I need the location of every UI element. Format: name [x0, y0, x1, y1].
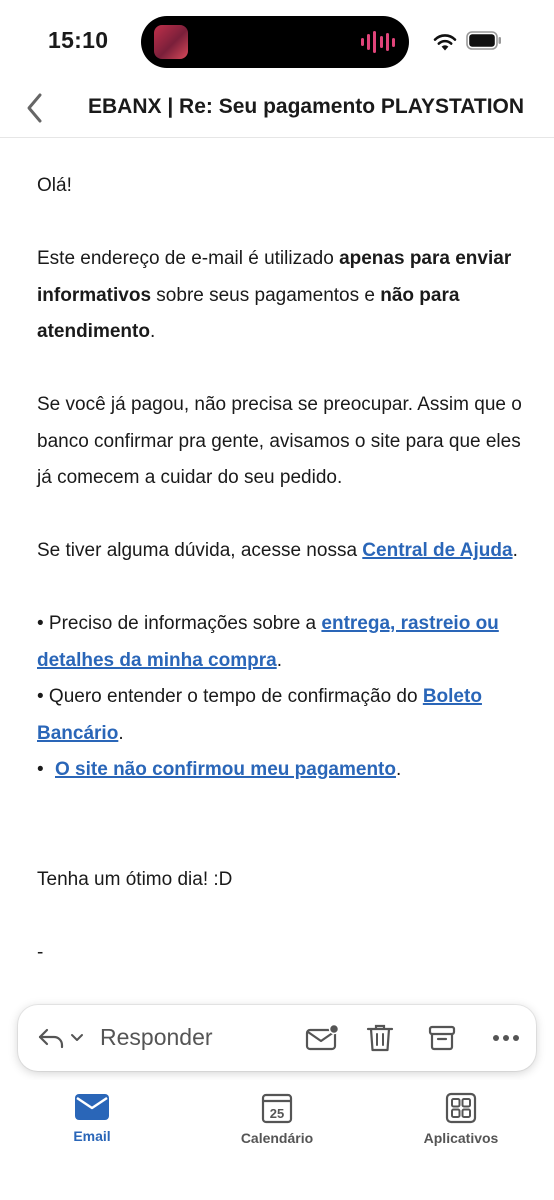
tab-email-label: Email: [73, 1128, 111, 1144]
tab-apps-label: Aplicativos: [423, 1130, 499, 1146]
archive-button[interactable]: [420, 1005, 464, 1071]
delete-button[interactable]: [358, 1005, 402, 1071]
bullet1-end: .: [276, 649, 282, 671]
p3-end: .: [512, 540, 518, 561]
closing-text: Tenha um ótimo dia! :D: [37, 868, 233, 890]
tab-calendar[interactable]: 25 Calendário: [212, 1092, 342, 1146]
back-chevron-icon[interactable]: [22, 91, 50, 125]
reply-arrow-icon: [38, 1028, 64, 1049]
reply-button-label[interactable]: Responder: [100, 1024, 213, 1051]
p3-text: Se tiver alguma dúvida, acesse nossa: [37, 540, 363, 561]
apps-icon: [445, 1092, 477, 1124]
wifi-icon: [433, 34, 457, 51]
mail-unread-icon: [305, 1024, 339, 1051]
tab-apps[interactable]: Aplicativos: [396, 1092, 526, 1146]
p1-text-2: sobre seus pagamentos e: [151, 284, 381, 306]
trash-icon: [366, 1024, 394, 1052]
dynamic-island[interactable]: [141, 16, 409, 68]
email-subject: EBANX | Re: Seu pagamento PLAYSTATION: [88, 95, 525, 118]
email-header: EBANX | Re: Seu pagamento PLAYSTATION: [0, 80, 554, 138]
p1-end: .: [149, 321, 156, 342]
bullet3-end: .: [396, 759, 402, 780]
p1-text: Este endereço de e-mail é utilizado: [37, 248, 340, 269]
more-dots-icon: [493, 1035, 519, 1041]
reply-options-button[interactable]: [32, 1005, 90, 1071]
help-center-link[interactable]: Central de Ajuda: [362, 540, 512, 561]
bullet2-text: • Quero entender o tempo de confirmação …: [37, 686, 423, 707]
tab-calendar-label: Calendário: [240, 1130, 314, 1146]
bullet-not-confirmed: • O site não confirmou meu pagamento.: [37, 752, 527, 789]
more-options-button[interactable]: [484, 1005, 528, 1071]
paragraph-payment: Se você já pagou, não precisa se preocup…: [37, 394, 522, 488]
bullet2-end: .: [118, 722, 124, 744]
mark-unread-button[interactable]: [300, 1005, 344, 1071]
paragraph-info: Este endereço de e-mail é utilizado apen…: [37, 241, 527, 351]
reply-toolbar: Responder: [18, 1005, 536, 1071]
now-playing-artwork: [154, 25, 188, 59]
bullet-boleto: • Quero entender o tempo de confirmação …: [37, 679, 527, 752]
bottom-tab-bar: Email 25 Calendário Aplicativos: [0, 1080, 554, 1200]
calendar-icon: 25: [261, 1093, 293, 1124]
status-time: 15:10: [48, 27, 109, 53]
archive-icon: [428, 1025, 456, 1051]
status-bar: 15:10: [0, 0, 554, 80]
audio-waveform-icon: [361, 30, 395, 54]
chevron-down-icon: [71, 1034, 83, 1041]
calendar-day: 25: [270, 1106, 284, 1121]
mail-icon: [75, 1094, 109, 1120]
email-body: Olá! Este endereço de e-mail é utilizado…: [37, 168, 527, 971]
greeting: Olá!: [37, 175, 72, 196]
paragraph-help: Se tiver alguma dúvida, acesse nossa Cen…: [37, 533, 527, 570]
tab-email[interactable]: Email: [27, 1092, 157, 1144]
bullet1-text: • Preciso de informações sobre a: [37, 613, 322, 634]
bullet-delivery: • Preciso de informações sobre a entrega…: [37, 606, 527, 679]
battery-icon: [466, 31, 501, 50]
signature-dash: -: [37, 941, 44, 963]
bullet3-marker: •: [37, 759, 44, 780]
payment-not-confirmed-link[interactable]: O site não confirmou meu pagamento: [55, 759, 396, 780]
